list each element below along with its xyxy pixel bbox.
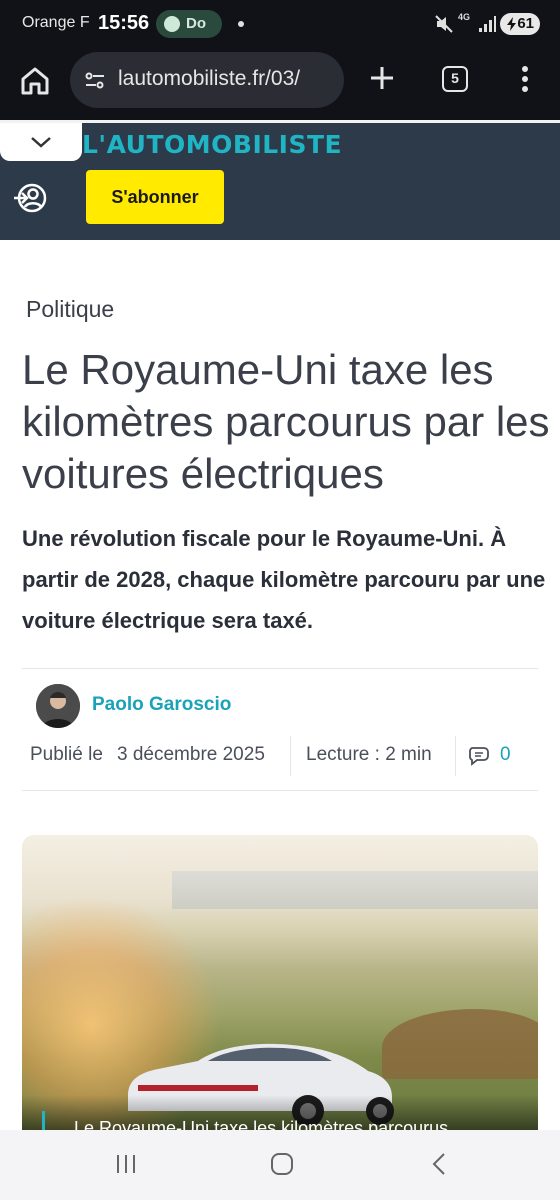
- url-text[interactable]: lautomobiliste.fr/03/: [118, 67, 340, 91]
- meta-separator: [290, 736, 291, 776]
- notification-dot-icon: [238, 21, 244, 27]
- author-name[interactable]: Paolo Garoscio: [92, 694, 231, 716]
- published-date: 3 décembre 2025: [117, 744, 265, 765]
- site-settings-icon[interactable]: [84, 70, 106, 92]
- media-notification-pill[interactable]: Do: [156, 10, 222, 38]
- caption-accent-bar: [42, 1111, 45, 1131]
- collapse-toggle[interactable]: [0, 123, 82, 161]
- address-bar[interactable]: lautomobiliste.fr/03/: [70, 52, 344, 108]
- site-logo[interactable]: L'AUTOMOBILISTE: [82, 130, 342, 159]
- plus-icon[interactable]: [368, 64, 396, 92]
- login-icon[interactable]: [12, 180, 48, 216]
- comment-icon[interactable]: [468, 744, 492, 766]
- meta-separator: [455, 736, 456, 776]
- tab-count: 5: [451, 70, 459, 86]
- subscribe-button[interactable]: S'abonner: [86, 170, 224, 224]
- article-lead: Une révolution fiscale pour le Royaume-U…: [22, 526, 546, 633]
- signal-icon: [479, 16, 496, 32]
- reading-time: Lecture : 2 min: [306, 744, 432, 765]
- avatar-portrait: [36, 684, 80, 728]
- recent-apps-icon[interactable]: [114, 1152, 138, 1176]
- more-vert-icon[interactable]: [514, 64, 536, 94]
- tabs-icon[interactable]: 5: [442, 66, 468, 92]
- spotify-icon: [164, 16, 180, 32]
- mute-icon: [435, 15, 453, 33]
- battery-indicator: 61: [500, 13, 540, 35]
- battery-level: 61: [517, 15, 534, 32]
- charging-bolt-icon: [507, 17, 516, 31]
- system-nav-bar: [0, 1130, 560, 1200]
- clock: 15:56: [98, 12, 150, 34]
- home-icon[interactable]: [18, 64, 52, 98]
- meta-divider-top: [22, 668, 538, 669]
- browser-toolbar: lautomobiliste.fr/03/ 5: [0, 50, 560, 120]
- chevron-down-icon: [31, 137, 51, 148]
- published-label: Publié le: [30, 744, 103, 765]
- media-app-label: Do: [186, 15, 206, 32]
- hero-dirt-mound: [382, 1009, 538, 1079]
- article-headline: Le Royaume-Uni taxe les kilomètres parco…: [22, 346, 550, 497]
- article-hero-image[interactable]: Le Royaume-Uni taxe les kilomètres parco…: [22, 835, 538, 1131]
- hero-building: [172, 871, 538, 909]
- carrier-label: Orange F: [22, 14, 90, 31]
- nav-home-icon[interactable]: [270, 1152, 294, 1176]
- status-bar: Orange F 15:56 Do 4G 61: [0, 0, 560, 50]
- meta-divider-bottom: [22, 790, 538, 791]
- site-header: L'AUTOMOBILISTE S'abonner: [0, 120, 560, 240]
- article-category[interactable]: Politique: [26, 296, 114, 323]
- author-avatar[interactable]: [36, 684, 80, 728]
- header-divider: [0, 120, 560, 123]
- network-type-label: 4G: [458, 12, 471, 22]
- comment-count[interactable]: 0: [500, 744, 511, 766]
- back-icon[interactable]: [428, 1152, 452, 1176]
